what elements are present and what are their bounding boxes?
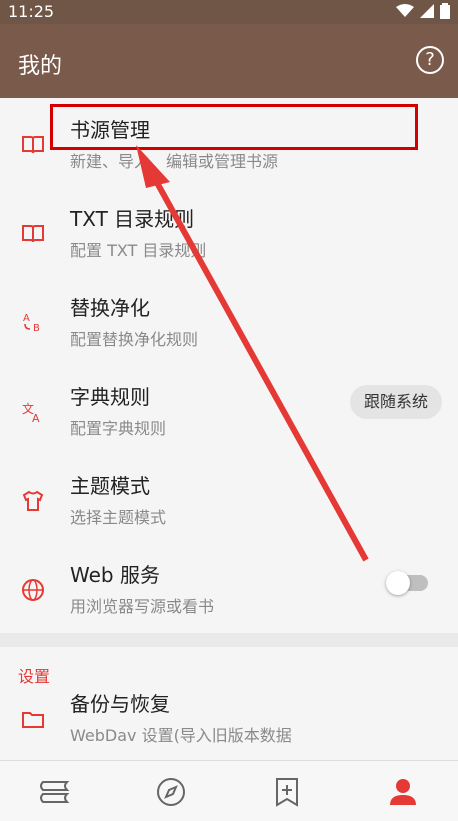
menu-item-backup[interactable]: 备份与恢复 WebDav 设置(导入旧版本数据: [0, 672, 458, 761]
battery-icon: [440, 3, 450, 19]
svg-text:B: B: [33, 323, 40, 334]
menu-item-subtitle: 配置替换净化规则: [70, 330, 199, 349]
signal-icon: [420, 4, 434, 18]
book-icon: [20, 221, 46, 247]
web-service-toggle[interactable]: [386, 571, 428, 595]
section-divider: [0, 633, 458, 647]
shirt-icon: [20, 488, 46, 514]
section-title-settings: 设置: [18, 667, 51, 686]
translate-icon: 文A: [20, 399, 46, 425]
bookmark-add-icon[interactable]: [270, 775, 304, 809]
menu-item-title: 主题模式: [70, 474, 150, 498]
menu-item-title: 备份与恢复: [70, 692, 170, 716]
menu-item-subtitle: 选择主题模式: [70, 508, 167, 527]
person-icon[interactable]: [386, 775, 420, 809]
status-icons: [396, 3, 450, 19]
highlight-box: [50, 104, 418, 150]
menu-item-replace[interactable]: AB 替换净化 配置替换净化规则: [0, 276, 458, 365]
status-bar: 11:25: [0, 0, 458, 24]
wifi-icon: [396, 4, 414, 17]
menu-item-subtitle: 配置 TXT 目录规则: [70, 241, 207, 260]
menu-item-subtitle: 新建、导入、编辑或管理书源: [70, 152, 279, 171]
menu-item-title: 替换净化: [70, 296, 150, 320]
menu-item-theme[interactable]: 主题模式 选择主题模式: [0, 454, 458, 543]
theme-mode-value[interactable]: 跟随系统: [349, 385, 442, 419]
menu-item-subtitle: WebDav 设置(导入旧版本数据: [70, 726, 292, 745]
page-title: 我的: [18, 54, 63, 79]
app-bar: 我的 ?: [0, 24, 458, 98]
menu-item-title: Web 服务: [70, 563, 160, 587]
bookshelf-icon[interactable]: [38, 775, 72, 809]
svg-text:A: A: [23, 313, 30, 324]
toggle-knob: [386, 571, 410, 595]
menu-item-txt-toc[interactable]: TXT 目录规则 配置 TXT 目录规则: [0, 187, 458, 276]
compass-icon[interactable]: [154, 775, 188, 809]
help-button[interactable]: ?: [416, 46, 444, 74]
menu-item-subtitle: 用浏览器写源或看书: [70, 597, 215, 616]
menu-item-title: 字典规则: [70, 385, 150, 409]
globe-icon: [20, 577, 46, 603]
menu-item-title: TXT 目录规则: [70, 207, 195, 231]
menu-list: 书源管理 新建、导入、编辑或管理书源 TXT 目录规则 配置 TXT 目录规则 …: [0, 98, 458, 761]
book-icon: [20, 132, 46, 158]
status-time: 11:25: [8, 2, 55, 21]
folder-icon: [20, 706, 46, 732]
replace-ab-icon: AB: [20, 310, 46, 336]
bottom-navigation: [0, 760, 458, 821]
svg-text:A: A: [32, 412, 40, 424]
menu-item-subtitle: 配置字典规则: [70, 419, 167, 438]
